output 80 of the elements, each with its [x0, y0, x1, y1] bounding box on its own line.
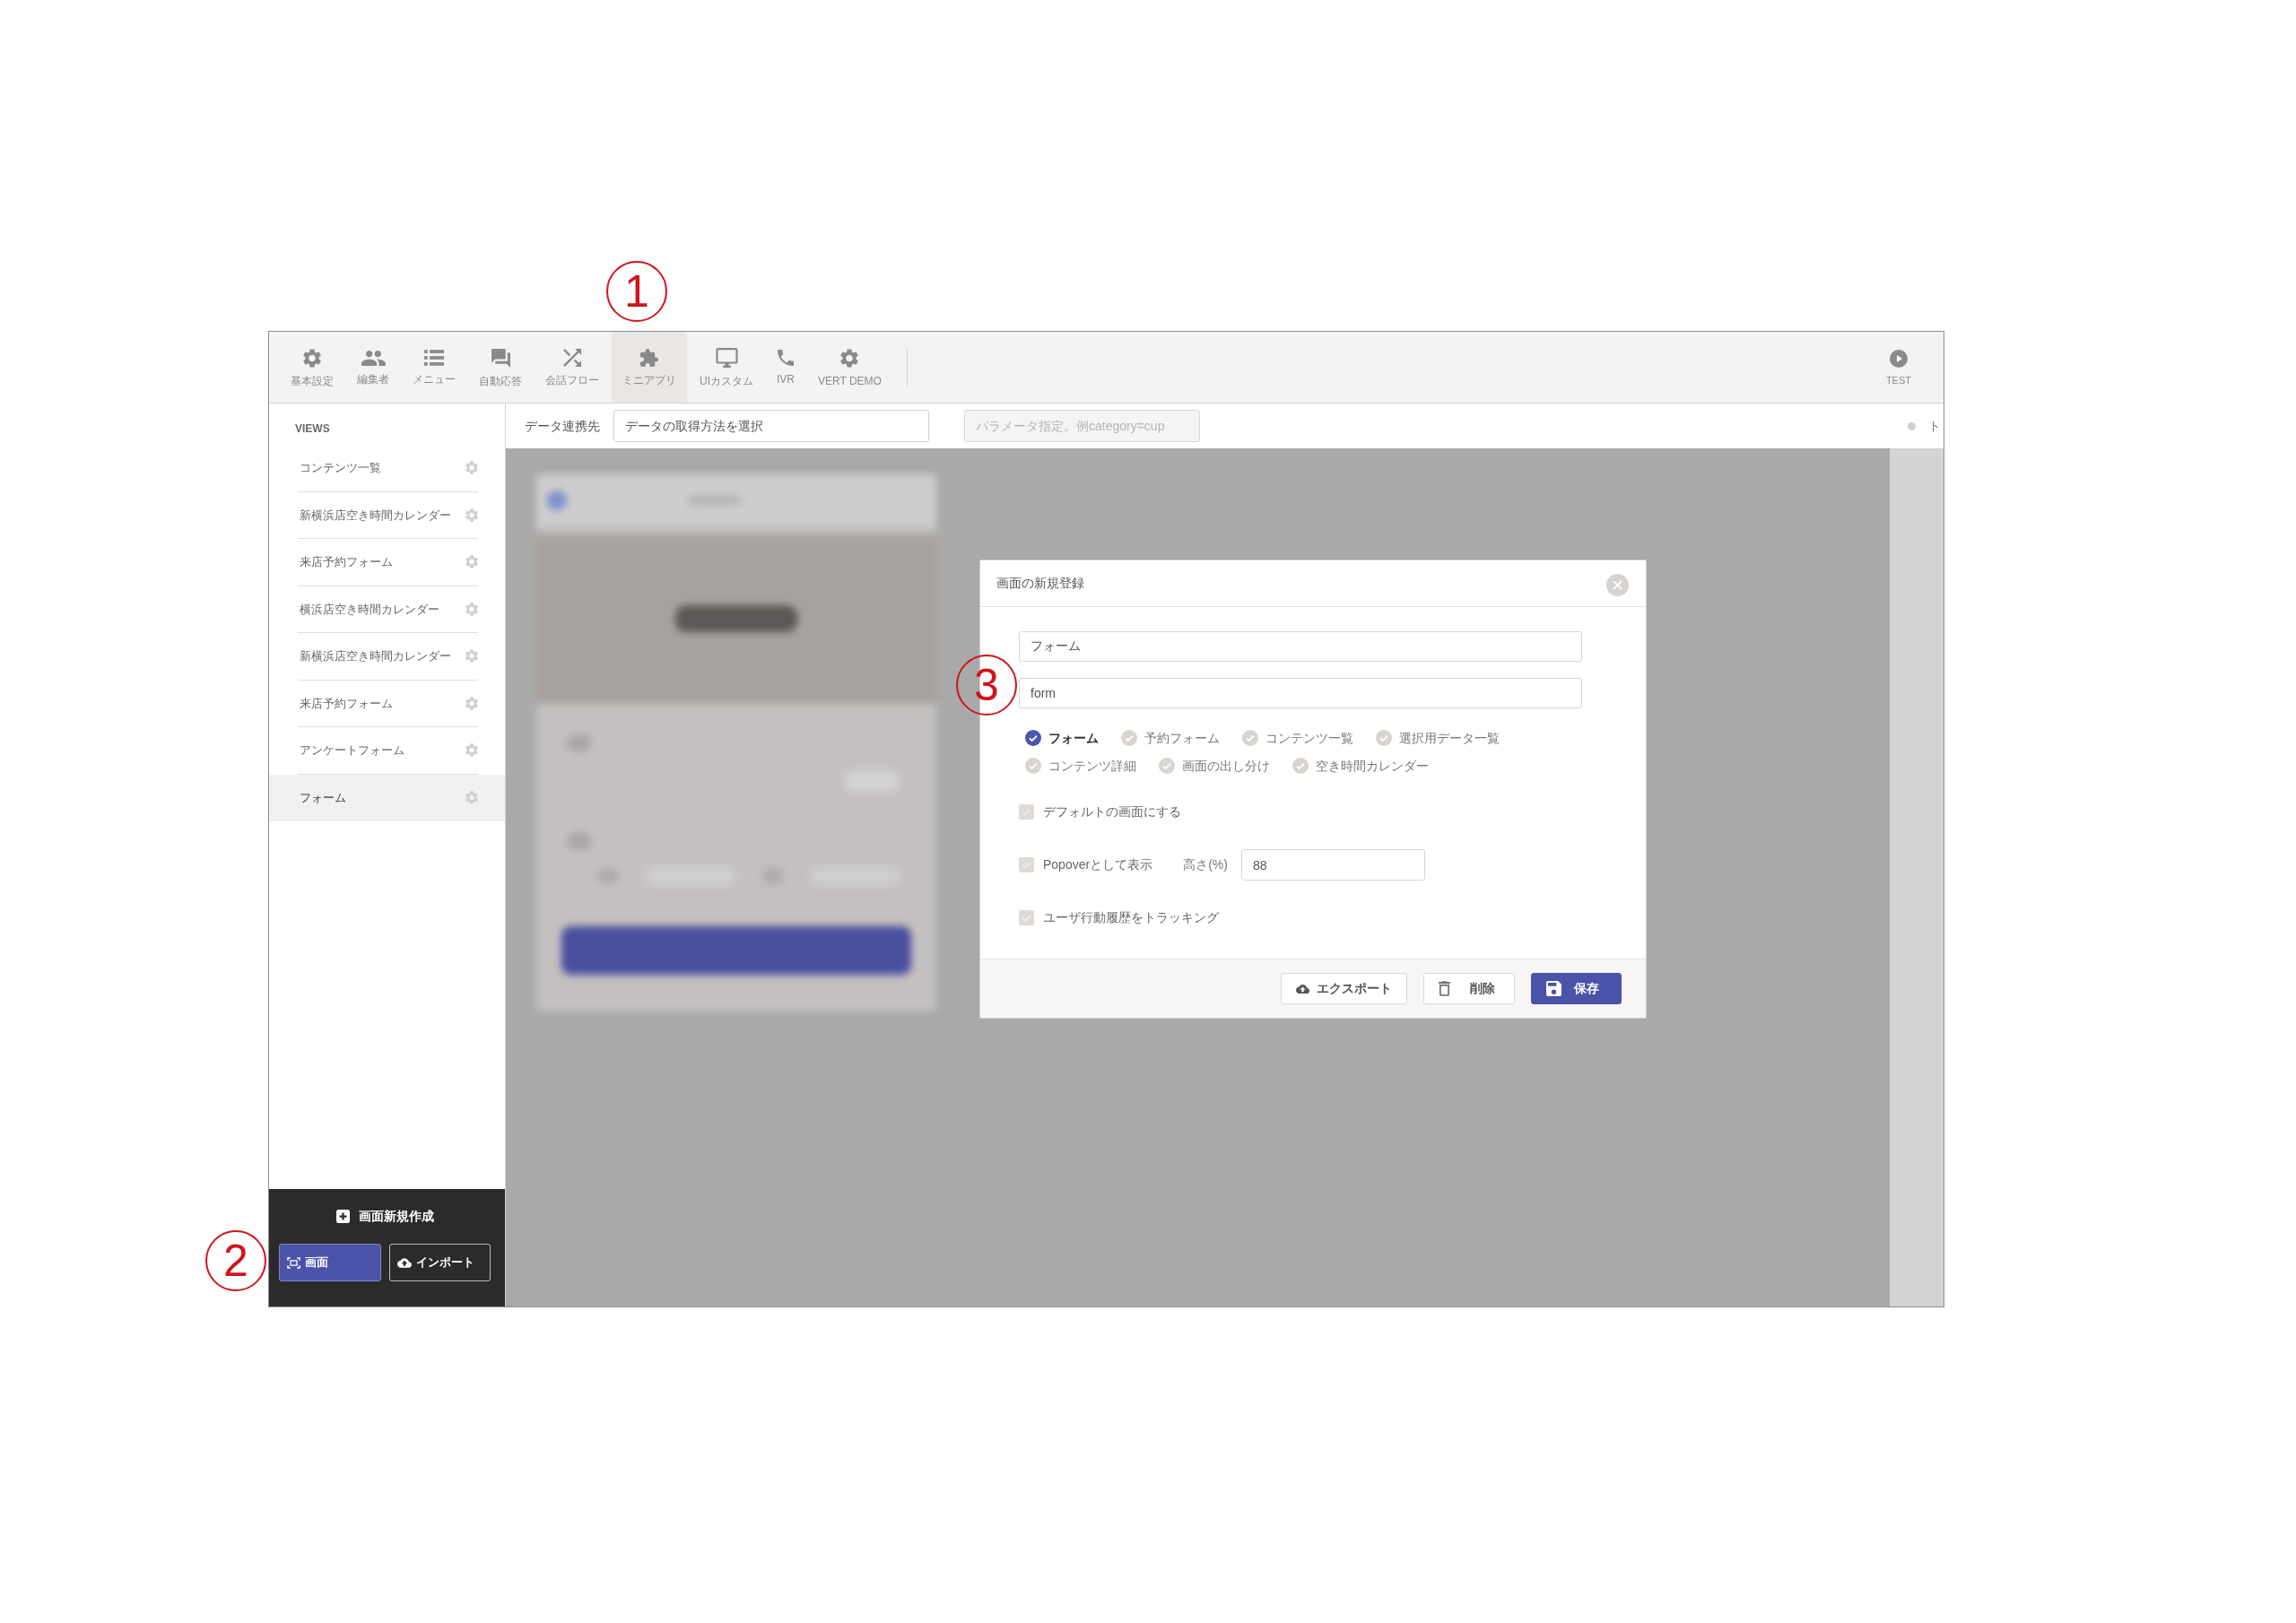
gear-icon [465, 696, 478, 710]
radio-label[interactable]: コンテンツ詳細 [1048, 756, 1136, 776]
trash-icon [1439, 981, 1450, 996]
status-text: ト [1928, 417, 1941, 435]
gear-icon [465, 649, 478, 664]
gear-icon [465, 790, 478, 804]
phone-icon [778, 350, 794, 366]
field-label: データ連携先 [525, 417, 600, 435]
view-item[interactable]: 新横浜店空き時間カレンダー [269, 633, 505, 681]
cloud-upload-icon [396, 1257, 412, 1268]
checkbox[interactable] [1019, 804, 1034, 820]
screen-button[interactable]: 画面 [279, 1244, 381, 1281]
play-icon [1889, 349, 1908, 368]
radio-label[interactable]: 予約フォーム [1144, 728, 1220, 748]
radio-button[interactable] [1242, 730, 1258, 746]
toolbar-tab[interactable]: 自動応答 [468, 332, 533, 403]
checkbox-label[interactable]: ユーザ行動履歴をトラッキング [1043, 908, 1219, 927]
save-icon [1546, 981, 1561, 996]
radio-button[interactable] [1292, 758, 1309, 774]
toolbar-tab[interactable]: 基本設定 [280, 332, 344, 403]
view-item[interactable]: アンケートフォーム [269, 727, 505, 775]
radio-button[interactable] [1159, 758, 1175, 774]
radio-label[interactable]: 画面の出し分け [1182, 756, 1270, 776]
gear-icon [303, 348, 321, 368]
section-title: VIEWS [294, 421, 330, 435]
toolbar-tab[interactable]: IVR [766, 332, 805, 403]
radio-button[interactable] [1376, 730, 1392, 746]
import-button[interactable]: インポート [388, 1244, 491, 1281]
chat-bubbles-icon [491, 348, 510, 368]
create-screen-button[interactable]: 画面新規作成 [279, 1205, 491, 1227]
checkbox[interactable] [1019, 910, 1034, 925]
frame-icon [287, 1256, 300, 1269]
dialog-title: 画面の新規登録 [996, 575, 1084, 592]
users-icon [361, 350, 386, 366]
radio-label[interactable]: フォーム [1048, 728, 1099, 748]
radio-label[interactable]: コンテンツ一覧 [1265, 728, 1353, 748]
screen-key-field[interactable]: form [1019, 678, 1582, 708]
list-icon [424, 350, 444, 366]
gear-icon [465, 602, 478, 616]
view-item[interactable]: 来店予約フォーム [269, 680, 505, 727]
toolbar-tab[interactable]: UIカスタム [689, 332, 764, 403]
delete-button[interactable]: 削除 [1423, 973, 1515, 1004]
close-icon[interactable] [1606, 574, 1629, 596]
radio-button[interactable] [1121, 730, 1137, 746]
gear-icon [465, 555, 478, 569]
height-field[interactable]: 88 [1240, 849, 1425, 881]
dot-icon [1908, 421, 1916, 430]
gear-icon [465, 461, 478, 475]
shuffle-icon [563, 349, 581, 367]
gear-icon [840, 348, 859, 368]
screen-name-field[interactable]: フォーム [1019, 631, 1582, 662]
export-button[interactable]: エクスポート [1281, 973, 1407, 1004]
save-button[interactable]: 保存 [1531, 973, 1622, 1004]
cloud-upload-icon [1296, 982, 1309, 995]
checkbox[interactable] [1019, 857, 1034, 872]
view-item[interactable]: フォーム [269, 774, 505, 821]
view-item[interactable]: コンテンツ一覧 [269, 445, 505, 492]
radio-button[interactable] [1025, 730, 1041, 746]
view-item[interactable]: 新横浜店空き時間カレンダー [269, 491, 505, 539]
radio-button[interactable] [1025, 758, 1041, 774]
checkbox-label[interactable]: デフォルトの画面にする [1043, 803, 1181, 821]
puzzle-icon [640, 349, 658, 367]
annotation-marker: 2 [205, 1230, 266, 1291]
monitor-icon [715, 348, 738, 368]
view-item[interactable]: 来店予約フォーム [269, 539, 505, 586]
toolbar-tab[interactable]: 会話フロー [535, 332, 610, 403]
view-item[interactable]: 横浜店空き時間カレンダー [269, 586, 505, 633]
field-label: 高さ(%) [1183, 856, 1228, 873]
test-button[interactable]: TEST [1855, 332, 1942, 403]
data-source-select[interactable]: データの取得方法を選択 [613, 410, 929, 442]
gear-icon [465, 508, 478, 522]
gear-icon [465, 743, 478, 758]
checkbox-label[interactable]: Popoverとして表示 [1043, 855, 1153, 874]
annotation-marker: 3 [956, 655, 1017, 716]
toolbar-tab[interactable]: 編集者 [346, 332, 400, 403]
radio-label[interactable]: 選択用データ一覧 [1399, 728, 1500, 748]
plus-square-icon [335, 1209, 350, 1223]
annotation-marker: 1 [606, 261, 667, 322]
toolbar-tab[interactable]: メニュー [402, 332, 466, 403]
radio-label[interactable]: 空き時間カレンダー [1316, 756, 1429, 776]
